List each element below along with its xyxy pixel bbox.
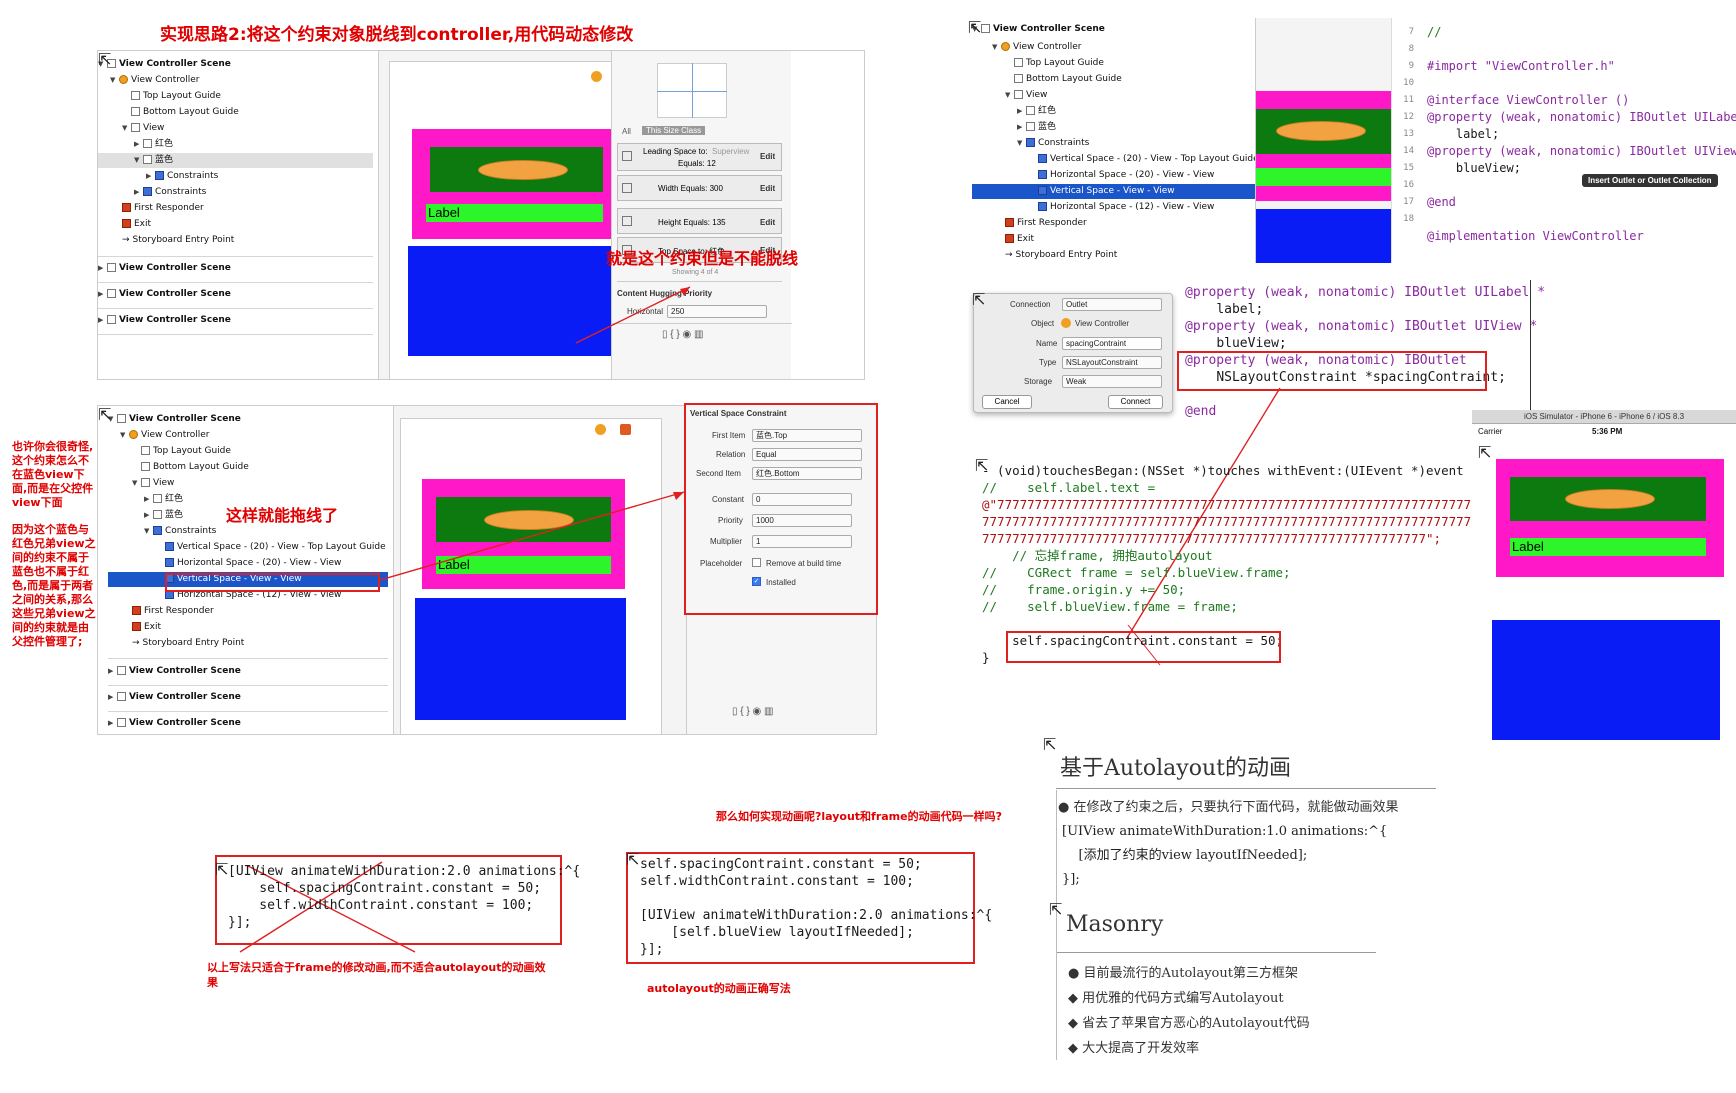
mouse-pointer-icon: ⇱ [215,860,229,879]
mouse-pointer-icon: ⇱ [1043,735,1057,754]
line-number: 7 [1408,27,1414,37]
connection-select[interactable]: Outlet [1062,298,1162,311]
storage-select[interactable]: Weak [1062,375,1162,388]
document-outline-3: ▼ View Controller Scene ▼ View Controller … [972,18,1259,263]
mouse-pointer-icon: ⇱ [1049,900,1063,919]
slide-code: [UIView animateWithDuration:1.0 animatio… [1062,824,1388,887]
mouse-pointer-icon: ⇱ [975,456,989,475]
type-label: Type [1039,358,1057,367]
outline-view[interactable]: ▼ View [972,88,1255,103]
green-view [1510,477,1706,521]
outline-top-guide[interactable]: Top Layout Guide [972,56,1255,71]
constraint-hspace-12[interactable]: Horizontal Space - (12) - View - View [972,200,1255,215]
line-number: 16 [1403,180,1414,190]
outline-vc[interactable]: ▼ View Controller [972,40,1255,55]
red-view: Label [1496,459,1724,577]
line-number: 17 [1403,197,1414,207]
mouse-pointer-icon: ⇱ [626,850,640,869]
animation-question: 那么如何实现动画呢?layout和frame的动画代码一样吗? [716,810,1002,823]
highlight-constant-line [1006,631,1281,663]
constraint-hspace-20[interactable]: Horizontal Space - (20) - View - View [972,168,1255,183]
type-select[interactable]: NSLayoutConstraint [1062,356,1162,369]
constraint-vspace-top[interactable]: Vertical Space - (20) - View - Top Layou… [972,152,1259,167]
red-view[interactable] [1256,91,1392,201]
name-label: Name [1036,339,1058,348]
mouse-pointer-icon: ⇱ [1478,443,1492,462]
outline-scene[interactable]: ▼ View Controller Scene [972,22,1255,37]
line-number: 9 [1408,61,1414,71]
orange-ellipse [1565,489,1655,509]
line-number: 8 [1408,44,1414,54]
constraint-vspace-view[interactable]: Vertical Space - View - View [972,184,1255,199]
masonry-bullet-1: ● 目前最流行的Autolayout第三方框架 [1068,966,1298,981]
line-number: 18 [1403,214,1414,224]
mouse-pointer-icon: ⇱ [972,290,986,309]
masonry-title: Masonry [1066,912,1164,937]
connect-button[interactable]: Connect [1108,395,1163,409]
wrong-note: 以上写法只适合于frame的修改动画,而不适合autolayout的动画效果 [207,961,546,989]
canvas-3 [1255,18,1392,263]
outline-constraints[interactable]: ▼ Constraints [972,136,1255,151]
name-field[interactable]: spacingContraint [1062,337,1162,350]
connection-label: Connection [1010,300,1051,309]
wrong-code: [UIView animateWithDuration:2.0 animatio… [228,864,581,930]
orange-ellipse [1276,121,1366,141]
slide-title: 基于Autolayout的动画 [1060,756,1291,781]
connection-dialog: Connection Outlet Object View Controller… [973,293,1173,413]
outline-red[interactable]: ▶ 红色 [972,104,1255,119]
outline-bottom-guide[interactable]: Bottom Layout Guide [972,72,1255,87]
editor-divider [1530,280,1531,410]
line-number: 10 [1403,78,1414,88]
right-code: self.spacingContraint.constant = 50; sel… [640,857,993,957]
carrier-text: Carrier [1478,427,1503,436]
line-number: 13 [1403,129,1414,139]
masonry-bullet-3: ◆ 省去了苹果官方恶心的Autolayout代码 [1068,1016,1310,1031]
outline-exit[interactable]: Exit [972,232,1255,247]
xcode-panel-3: ▼ View Controller Scene ▼ View Controller … [972,18,1736,263]
highlight-spacing-outlet [1177,351,1487,391]
right-note: autolayout的动画正确写法 [647,982,791,995]
outline-entry[interactable]: → Storyboard Entry Point [972,248,1255,263]
outline-blue[interactable]: ▶ 蓝色 [972,120,1255,135]
header-code-editor: 7 8 9 10 11 12 13 14 15 16 17 18 // #import "ViewCo… [1391,18,1736,263]
mouse-pointer-icon: ⇱ [98,50,112,69]
blue-view [1492,620,1720,740]
time-text: 5:36 PM [1592,427,1623,436]
storage-label: Storage [1024,377,1053,386]
label-view[interactable] [1256,168,1392,186]
slide-bullet-1: ● 在修改了约束之后，只要执行下面代码，就能做动画效果 [1058,800,1399,815]
line-number: 11 [1403,95,1414,105]
vc-icon [1061,318,1071,328]
green-view [1256,109,1392,154]
label-view: Label [1510,538,1706,556]
outline-first-responder[interactable]: First Responder [972,216,1255,231]
mouse-pointer-icon: ⇱ [98,405,112,424]
line-number: 15 [1403,163,1414,173]
line-numbers: 7 8 9 10 11 12 13 14 15 16 17 18 [1392,24,1414,228]
mouse-pointer-icon: ⇱ [968,18,982,37]
masonry-bullet-4: ◆ 大大提高了开发效率 [1068,1041,1200,1056]
cancel-button[interactable]: Cancel [982,395,1032,409]
simulator-title: iOS Simulator - iPhone 6 - iPhone 6 / iO… [1472,410,1736,424]
blue-view[interactable] [1256,209,1392,263]
line-number: 14 [1403,146,1414,156]
slide-panel: 基于Autolayout的动画 ● 在修改了约束之后，只要执行下面代码，就能做动… [1050,740,1450,1070]
masonry-bullet-2: ◆ 用优雅的代码方式编写Autolayout [1068,991,1284,1006]
header-code: // #import "ViewController.h" @interface… [1427,25,1736,243]
insert-outlet-tooltip: Insert Outlet or Outlet Collection [1582,174,1718,187]
line-number: 12 [1403,112,1414,122]
ios-simulator: iOS Simulator - iPhone 6 - iPhone 6 / iO… [1472,410,1736,740]
object-label: Object [1031,319,1055,328]
object-value: View Controller [1075,319,1130,328]
